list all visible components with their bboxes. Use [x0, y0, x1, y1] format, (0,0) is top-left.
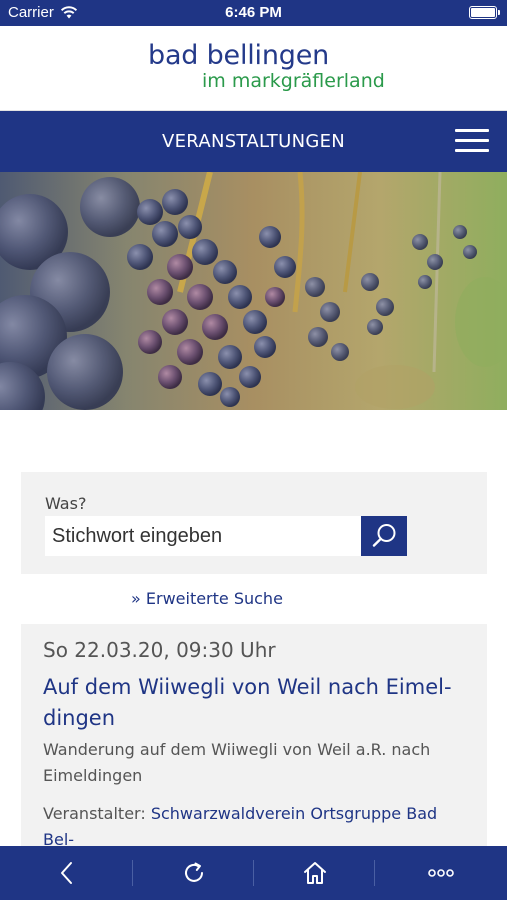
app-screen: Carrier 6:46 PM bad bellingen im markgrä… — [0, 0, 507, 900]
event-title-line-2: dingen — [43, 706, 116, 730]
reload-icon — [184, 862, 203, 882]
search-icon — [372, 524, 396, 547]
search-label: Was? — [45, 494, 87, 513]
battery-icon — [469, 6, 500, 19]
battery-indicator — [469, 6, 500, 19]
more-dots-icon — [428, 869, 454, 877]
event-card[interactable]: So 22.03.20, 09:30 Uhr Auf dem Wiiwegli … — [21, 624, 487, 854]
hero-image — [0, 172, 507, 410]
reload-button[interactable] — [133, 846, 254, 900]
event-description: Wanderung auf dem Wiiwegli von Weil a.R.… — [43, 737, 473, 789]
logo-header: bad bellingen im markgräflerland — [0, 26, 507, 111]
more-button[interactable] — [375, 846, 507, 900]
home-button[interactable] — [254, 846, 375, 900]
home-icon — [303, 862, 326, 884]
page-title: VERANSTALTUNGEN — [161, 131, 346, 152]
back-button[interactable] — [0, 846, 133, 900]
logo-sub-text: im markgräflerland — [202, 70, 385, 92]
event-title[interactable]: Auf dem Wiiwegli von Weil nach Eimel- di… — [43, 672, 473, 734]
search-button[interactable] — [361, 516, 407, 556]
status-time: 6:46 PM — [225, 4, 282, 21]
grapes-image — [0, 172, 507, 410]
search-input[interactable] — [45, 516, 361, 556]
hamburger-menu-icon[interactable] — [455, 127, 489, 155]
event-title-line-1: Auf dem Wiiwegli von Weil nach Eimel- — [43, 675, 452, 699]
nav-bar: VERANSTALTUNGEN — [0, 111, 507, 172]
event-description-line-2: Eimeldingen — [43, 766, 143, 785]
search-panel: Was? — [21, 472, 487, 574]
event-date: So 22.03.20, 09:30 Uhr — [43, 638, 276, 662]
advanced-search-link[interactable]: » Erweiterte Suche — [131, 589, 283, 608]
back-chevron-icon — [60, 862, 72, 884]
logo-main-text[interactable]: bad bellingen — [148, 40, 329, 71]
bottom-toolbar — [0, 846, 507, 900]
status-bar: Carrier 6:46 PM — [0, 0, 507, 26]
organizer-label: Veranstalter: — [43, 804, 146, 823]
event-description-line-1: Wanderung auf dem Wiiwegli von Weil a.R.… — [43, 740, 431, 759]
